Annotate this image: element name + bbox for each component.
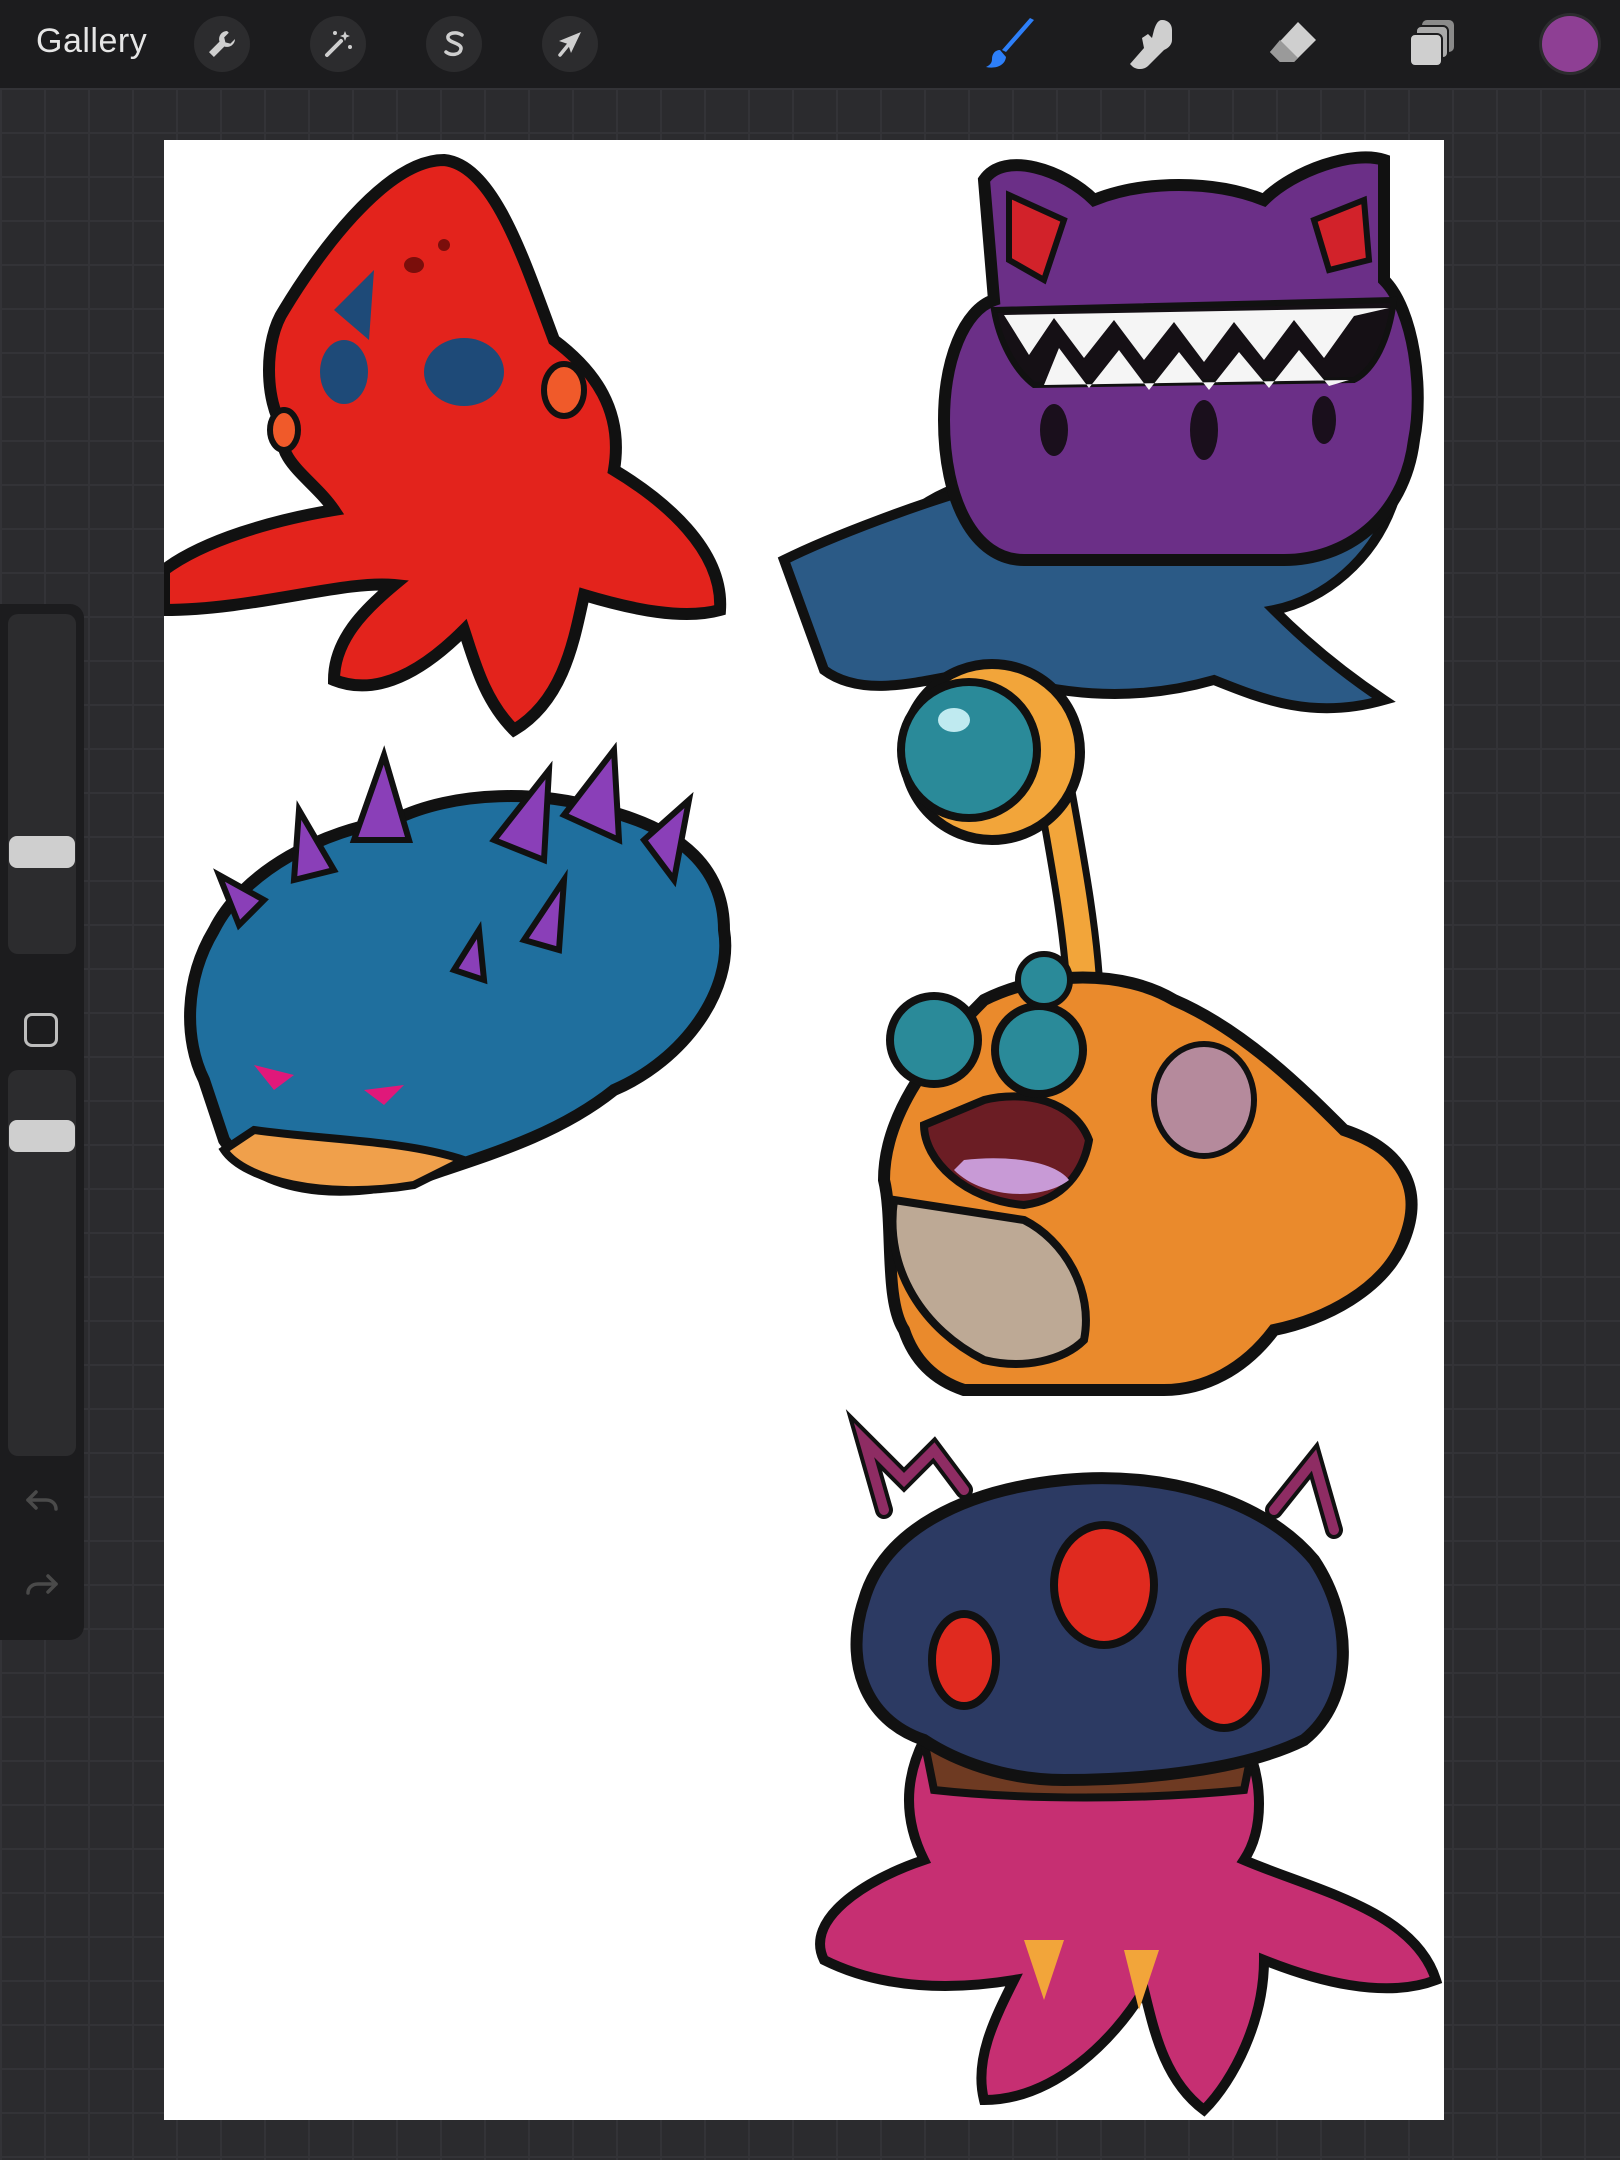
eraser-button[interactable] [1262,14,1322,74]
navy-jellyfish-creature [815,1409,1443,2117]
opacity-slider[interactable] [8,1070,76,1456]
redo-button[interactable] [22,1566,62,1606]
modify-button[interactable] [24,1013,58,1047]
actions-button[interactable] [194,16,250,72]
selection-s-icon [444,31,464,57]
selection-button[interactable] [426,16,482,72]
left-sidebar [0,604,84,1640]
purple-fanged-blob-creature [777,151,1424,714]
redo-icon [26,1574,58,1595]
layers-icon [1409,20,1454,67]
brush-icon [986,18,1034,68]
opacity-thumb[interactable] [9,1120,75,1152]
transform-button[interactable] [542,16,598,72]
smudge-button[interactable] [1122,14,1182,74]
brush-button[interactable] [982,14,1042,74]
current-color-swatch[interactable] [1542,16,1598,72]
eraser-icon [1270,22,1316,62]
drawing-canvas[interactable] [164,140,1444,2120]
undo-button[interactable] [22,1482,62,1522]
arrow-cursor-icon [558,32,581,57]
brush-size-thumb[interactable] [9,836,75,868]
smudge-finger-icon [1130,20,1172,69]
layers-button[interactable] [1402,14,1462,74]
top-toolbar: Gallery [0,0,1620,88]
gallery-button[interactable]: Gallery [36,22,147,61]
brush-size-slider[interactable] [8,614,76,954]
undo-icon [26,1490,58,1511]
blue-spiked-shell-creature [184,741,732,1196]
adjustments-button[interactable] [310,16,366,72]
magic-wand-icon [325,31,352,57]
orange-angler-frog-creature [877,659,1418,1396]
wrench-icon [209,31,235,57]
red-octopus-creature [164,153,727,738]
